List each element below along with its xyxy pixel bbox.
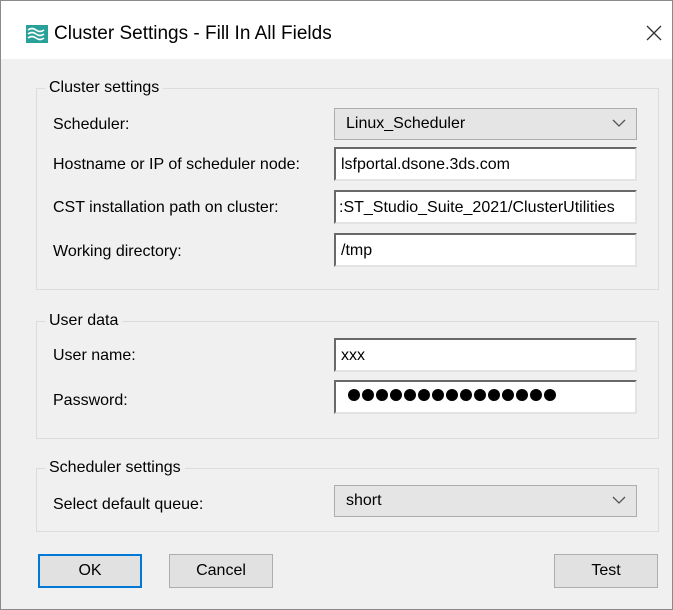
close-icon (646, 25, 662, 41)
password-mask-dot (432, 389, 444, 401)
password-mask-dot (544, 389, 556, 401)
workdir-input[interactable]: /tmp (334, 233, 637, 267)
hostname-label: Hostname or IP of scheduler node: (53, 156, 300, 173)
window-title: Cluster Settings - Fill In All Fields (54, 23, 332, 44)
ok-button[interactable]: OK (38, 554, 142, 588)
cluster-settings-dialog: Cluster Settings - Fill In All Fields Cl… (0, 0, 673, 610)
password-mask-dot (348, 389, 360, 401)
queue-label: Select default queue: (53, 496, 204, 513)
scheduler-label: Scheduler: (53, 116, 130, 133)
password-mask-dot (502, 389, 514, 401)
password-mask-dot (474, 389, 486, 401)
username-label: User name: (53, 347, 136, 364)
password-mask-dot (460, 389, 472, 401)
install-path-value: :ST_Studio_Suite_2021/ClusterUtilities (339, 199, 615, 216)
install-path-input[interactable]: :ST_Studio_Suite_2021/ClusterUtilities (334, 190, 637, 224)
hostname-input[interactable]: lsfportal.dsone.3ds.com (334, 147, 637, 181)
password-mask-dot (418, 389, 430, 401)
password-label: Password: (53, 392, 128, 409)
cancel-button[interactable]: Cancel (169, 554, 273, 588)
cst-wave-icon (26, 25, 48, 43)
username-value: xxx (341, 347, 365, 364)
password-mask-dot (488, 389, 500, 401)
hostname-value: lsfportal.dsone.3ds.com (341, 156, 510, 173)
user-data-legend: User data (45, 311, 123, 331)
scheduler-settings-legend: Scheduler settings (45, 458, 185, 478)
workdir-label: Working directory: (53, 243, 182, 260)
password-mask-dot (390, 389, 402, 401)
test-button[interactable]: Test (554, 554, 658, 588)
queue-value: short (346, 492, 382, 509)
password-mask-dot (376, 389, 388, 401)
close-button[interactable] (637, 13, 671, 53)
password-mask-dot (530, 389, 542, 401)
scheduler-dropdown[interactable]: Linux_Scheduler (334, 108, 637, 140)
queue-dropdown[interactable]: short (334, 485, 637, 517)
cluster-settings-legend: Cluster settings (45, 78, 164, 98)
password-mask-dot (446, 389, 458, 401)
password-mask-dot (362, 389, 374, 401)
title-bar: Cluster Settings - Fill In All Fields (1, 1, 672, 59)
scheduler-value: Linux_Scheduler (346, 115, 466, 132)
chevron-down-icon (612, 119, 626, 127)
chevron-down-icon (612, 496, 626, 504)
password-mask (348, 389, 556, 401)
password-mask-dot (404, 389, 416, 401)
password-input[interactable] (334, 380, 637, 414)
workdir-value: /tmp (341, 242, 373, 259)
password-mask-dot (516, 389, 528, 401)
username-input[interactable]: xxx (334, 338, 637, 372)
install-path-label: CST installation path on cluster: (53, 199, 279, 216)
